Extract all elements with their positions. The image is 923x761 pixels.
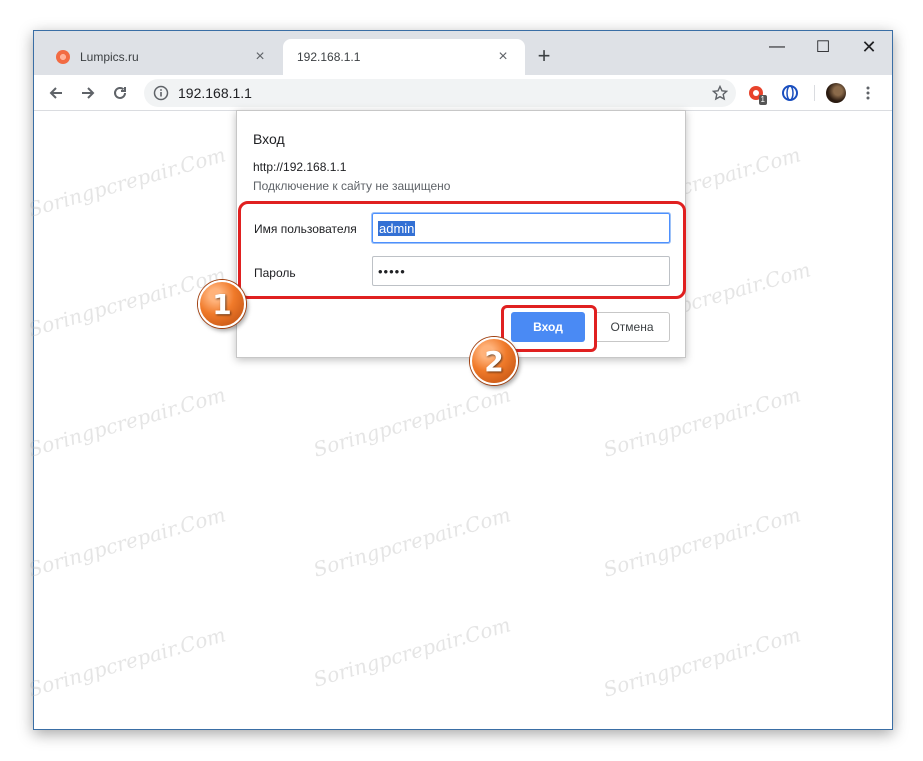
star-icon[interactable] xyxy=(708,81,732,105)
menu-button[interactable] xyxy=(856,81,880,105)
vpn-extension-button[interactable] xyxy=(778,81,802,105)
avatar xyxy=(826,83,846,103)
close-window-button[interactable]: ✕ xyxy=(846,33,892,61)
tab-lumpics[interactable]: Lumpics.ru × xyxy=(42,39,282,75)
tab-strip: Lumpics.ru × 192.168.1.1 × + — ☐ ✕ xyxy=(34,31,892,75)
browser-toolbar: 192.168.1.1 1 xyxy=(34,75,892,111)
url-text[interactable]: 192.168.1.1 xyxy=(178,85,708,101)
extension-badge: 1 xyxy=(758,95,767,105)
lumpics-favicon-icon xyxy=(56,50,70,64)
address-bar[interactable]: 192.168.1.1 xyxy=(144,79,736,107)
dialog-title: Вход xyxy=(253,131,285,147)
maximize-button[interactable]: ☐ xyxy=(800,33,846,61)
tab-close-icon[interactable]: × xyxy=(495,48,511,66)
cancel-button[interactable]: Отмена xyxy=(594,312,670,342)
tab-close-icon[interactable]: × xyxy=(252,48,268,66)
tab-router[interactable]: 192.168.1.1 × xyxy=(283,39,525,75)
reload-button[interactable] xyxy=(106,79,134,107)
step-2-badge: 2 xyxy=(470,337,518,385)
minimize-button[interactable]: — xyxy=(754,33,800,61)
info-icon[interactable] xyxy=(152,84,170,102)
highlight-credentials xyxy=(238,201,686,299)
highlight-login-button xyxy=(501,305,597,352)
profile-button[interactable] xyxy=(824,81,848,105)
extension-button[interactable]: 1 xyxy=(744,81,768,105)
toolbar-separator xyxy=(814,85,815,101)
reload-icon xyxy=(114,86,126,99)
insecure-warning: Подключение к сайту не защищено xyxy=(253,179,451,193)
menu-icon xyxy=(866,86,870,100)
forward-button[interactable] xyxy=(74,79,102,107)
back-arrow-icon xyxy=(49,87,62,99)
back-button[interactable] xyxy=(42,79,70,107)
tab-title: 192.168.1.1 xyxy=(297,50,361,64)
dialog-url: http://192.168.1.1 xyxy=(253,160,347,174)
forward-arrow-icon xyxy=(82,87,95,99)
new-tab-button[interactable]: + xyxy=(532,45,556,69)
step-1-badge: 1 xyxy=(198,280,246,328)
tab-title: Lumpics.ru xyxy=(80,50,139,64)
globe-icon xyxy=(782,85,798,101)
